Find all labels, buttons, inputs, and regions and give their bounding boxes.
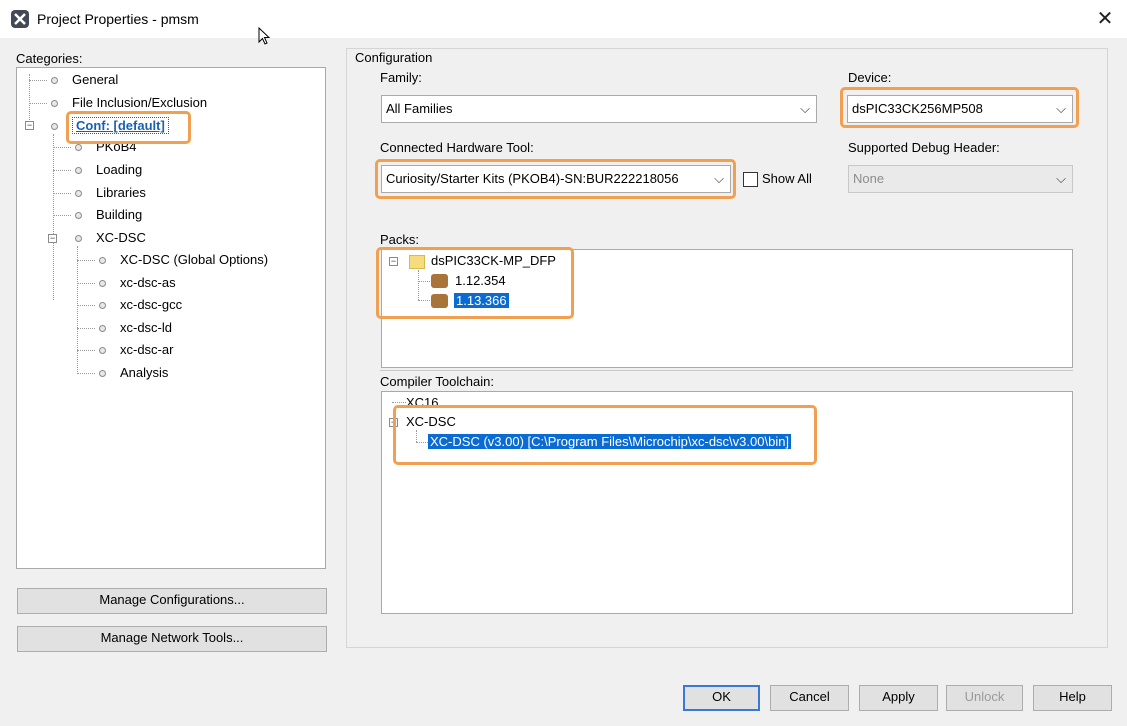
device-label: Device: — [848, 70, 892, 85]
show-all-checkbox[interactable] — [743, 172, 758, 187]
tree-node-dot-icon — [75, 190, 82, 197]
mouse-cursor-icon — [258, 26, 272, 47]
window-title: Project Properties - pmsm — [37, 11, 199, 27]
tree-node-dot-icon — [99, 302, 106, 309]
toolchain-label: Compiler Toolchain: — [380, 374, 494, 389]
debug-header-value: None — [853, 171, 885, 186]
tree-item-xc-dsc-as[interactable]: xc-dsc-as — [120, 273, 176, 293]
chevron-down-icon: ⌵ — [1056, 171, 1066, 186]
collapse-conf-icon[interactable]: − — [25, 121, 34, 130]
tree-item-general[interactable]: General — [72, 70, 118, 90]
close-icon[interactable]: ✕ — [1092, 6, 1118, 32]
show-all-label: Show All — [762, 171, 812, 186]
tree-node-dot-icon — [99, 347, 106, 354]
family-value: All Families — [386, 101, 453, 116]
packs-label: Packs: — [380, 232, 420, 247]
configuration-group-title: Configuration — [353, 50, 435, 65]
tree-node-dot-icon — [75, 235, 82, 242]
family-label: Family: — [380, 70, 422, 85]
tree-node-dot-icon — [51, 77, 58, 84]
app-icon — [11, 10, 29, 28]
toolchain-highlight-box — [393, 405, 817, 465]
tree-item-xc-dsc-gcc[interactable]: xc-dsc-gcc — [120, 295, 182, 315]
ok-button[interactable]: OK — [683, 685, 760, 711]
debug-header-select[interactable]: None ⌵ — [848, 165, 1073, 193]
manage-network-tools-button[interactable]: Manage Network Tools... — [17, 626, 327, 652]
tree-node-dot-icon — [51, 123, 58, 130]
tree-item-xc-dsc-ar[interactable]: xc-dsc-ar — [120, 340, 173, 360]
tree-item-xc-dsc-global[interactable]: XC-DSC (Global Options) — [120, 250, 268, 270]
tree-node-dot-icon — [75, 212, 82, 219]
tree-item-building[interactable]: Building — [96, 205, 142, 225]
conf-highlight-box — [66, 111, 191, 144]
tree-item-analysis[interactable]: Analysis — [120, 363, 168, 383]
unlock-button[interactable]: Unlock — [946, 685, 1023, 711]
device-highlight-box — [840, 87, 1079, 128]
hardware-tool-highlight-box — [375, 159, 736, 199]
hardware-tool-label: Connected Hardware Tool: — [380, 140, 534, 155]
cancel-button[interactable]: Cancel — [770, 685, 849, 711]
chevron-down-icon: ⌵ — [800, 101, 810, 116]
tree-node-dot-icon — [75, 144, 82, 151]
tree-item-xc-dsc[interactable]: XC-DSC — [96, 228, 146, 248]
tree-node-dot-icon — [99, 257, 106, 264]
tree-item-xc-dsc-ld[interactable]: xc-dsc-ld — [120, 318, 172, 338]
help-button[interactable]: Help — [1033, 685, 1112, 711]
family-select[interactable]: All Families ⌵ — [381, 95, 817, 123]
manage-configurations-button[interactable]: Manage Configurations... — [17, 588, 327, 614]
tree-node-dot-icon — [75, 167, 82, 174]
debug-header-label: Supported Debug Header: — [848, 140, 1000, 155]
tree-item-libraries[interactable]: Libraries — [96, 183, 146, 203]
collapse-xcdsc-icon[interactable]: − — [48, 234, 57, 243]
tree-node-dot-icon — [51, 100, 58, 107]
apply-button[interactable]: Apply — [859, 685, 938, 711]
tree-node-dot-icon — [99, 370, 106, 377]
tree-node-dot-icon — [99, 325, 106, 332]
tree-node-dot-icon — [99, 280, 106, 287]
categories-label: Categories: — [16, 51, 83, 66]
tree-item-file-inclusion[interactable]: File Inclusion/Exclusion — [72, 93, 207, 113]
tree-item-loading[interactable]: Loading — [96, 160, 142, 180]
packs-highlight-box — [376, 247, 574, 319]
